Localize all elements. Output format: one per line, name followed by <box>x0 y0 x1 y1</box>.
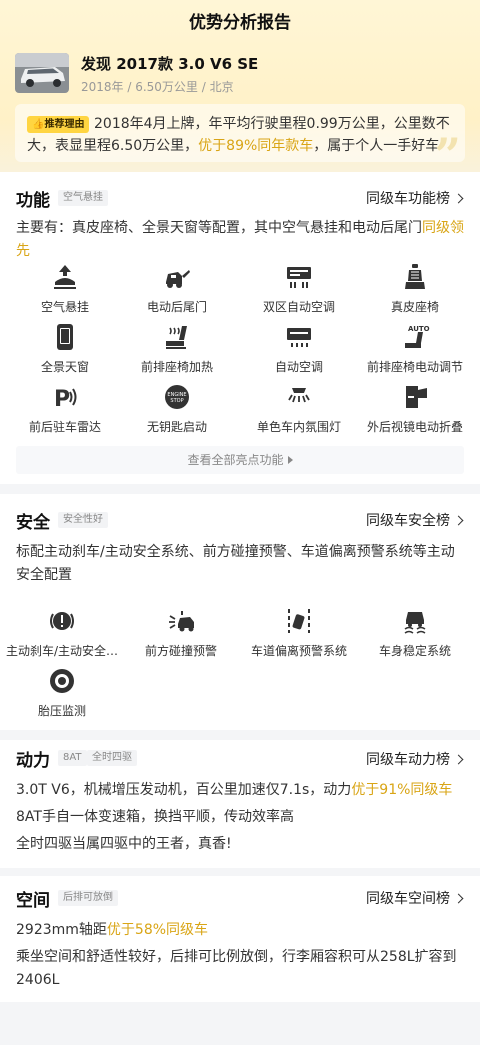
dual-zone-ac-icon <box>287 267 311 288</box>
power-title: 动力 <box>16 751 50 771</box>
thumbs-up-icon: 👍 <box>32 119 45 130</box>
power-rank-link[interactable]: 同级车动力榜 <box>366 749 464 769</box>
features-section: 功能 空气悬挂 同级车功能榜 主要有：真皮座椅、全景天窗等配置，其中空气悬挂和电… <box>0 172 480 484</box>
recommend-reason-text: 2018年4月上牌，年平均行驶里程0.99万公里，公里数不大，表显里程6.50万… <box>27 116 450 154</box>
power-tailgate-icon <box>166 270 190 288</box>
keyless-start-icon: ENGINE STOP <box>165 385 189 409</box>
car-meta: 2018年 / 6.50万公里 / 北京 <box>81 80 234 94</box>
svg-text:P: P <box>54 387 70 412</box>
feature-seat-heating[interactable]: 前排座椅加热 <box>117 322 237 375</box>
chevron-right-icon <box>453 193 464 204</box>
safety-lane-departure[interactable]: 车道偏离预警系统 <box>239 606 359 659</box>
svg-text:AUTO: AUTO <box>408 325 430 333</box>
seat-heating-icon <box>166 326 187 349</box>
parking-radar-icon: P <box>54 387 77 412</box>
svg-text:STOP: STOP <box>170 398 183 404</box>
page-title: 优势分析报告 <box>189 13 291 33</box>
chevron-right-icon <box>453 893 464 904</box>
mirror-fold-icon <box>406 386 427 408</box>
space-line-wheelbase: 2923mm轴距优于58%同级车 <box>16 922 209 938</box>
feature-ambient-light[interactable]: 单色车内氛围灯 <box>239 382 359 435</box>
power-tag-drive: 全时四驱 <box>87 750 137 766</box>
feature-dual-zone-ac[interactable]: 双区自动空调 <box>239 262 359 315</box>
feature-keyless-start[interactable]: ENGINE STOP 无钥匙启动 <box>117 382 237 435</box>
features-title: 功能 <box>16 191 50 211</box>
car-thumbnail <box>15 53 69 93</box>
panoramic-sunroof-icon <box>57 324 73 350</box>
features-desc: 主要有：真皮座椅、全景天窗等配置，其中空气悬挂和电动后尾门同级领先 <box>16 220 464 259</box>
safety-active-brake[interactable]: 主动刹车/主动安全… <box>2 606 122 659</box>
feature-auto-ac[interactable]: 自动空调 <box>239 322 359 375</box>
stability-control-icon <box>404 612 426 634</box>
safety-tag: 安全性好 <box>58 512 108 528</box>
space-title: 空间 <box>16 891 50 911</box>
feature-leather-seat[interactable]: 真皮座椅 <box>355 262 475 315</box>
tire-pressure-icon <box>50 669 74 693</box>
recommend-reason-card: 2018年4月上牌，年平均行驶里程0.99万公里，公里数不大，表显里程6.50万… <box>15 104 465 182</box>
chevron-right-icon <box>453 754 464 765</box>
space-tag: 后排可放倒 <box>58 890 118 906</box>
feature-power-seat[interactable]: AUTO 前排座椅电动调节 <box>355 322 475 375</box>
air-suspension-icon <box>54 265 76 289</box>
safety-stability-control[interactable]: 车身稳定系统 <box>355 606 475 659</box>
collision-warning-icon <box>169 611 194 632</box>
lane-departure-icon <box>288 609 310 633</box>
feature-mirror-fold[interactable]: 外后视镜电动折叠 <box>355 382 475 435</box>
space-line-comfort: 乘坐空间和舒适性较好，后排可比例放倒，行李厢容积可从258L扩容到2406L <box>16 949 457 988</box>
power-seat-icon: AUTO <box>405 325 430 348</box>
power-line-engine: 3.0T V6，机械增压发动机，百公里加速仅7.1s，动力优于91%同级车 <box>16 782 453 798</box>
safety-desc: 标配主动刹车/主动安全系统、前方碰撞预警、车道偏离预警系统等主动安全配置 <box>16 544 455 583</box>
auto-ac-icon <box>287 328 311 347</box>
feature-air-suspension[interactable]: 空气悬挂 <box>5 262 125 315</box>
safety-collision-warning[interactable]: 前方碰撞预警 <box>121 606 241 659</box>
feature-panoramic-sunroof[interactable]: 全景天窗 <box>5 322 125 375</box>
view-all-features-button[interactable]: 查看全部亮点功能 <box>16 446 464 474</box>
power-section: 动力 8AT 全时四驱 同级车动力榜 3.0T V6，机械增压发动机，百公里加速… <box>0 740 480 868</box>
chevron-right-icon <box>453 515 464 526</box>
triangle-right-icon <box>287 456 293 464</box>
power-line-drive: 全时四驱当属四驱中的王者，真香! <box>16 836 232 852</box>
space-rank-link[interactable]: 同级车空间榜 <box>366 888 464 908</box>
safety-section: 安全 安全性好 同级车安全榜 标配主动刹车/主动安全系统、前方碰撞预警、车道偏离… <box>0 494 480 730</box>
feature-parking-radar[interactable]: P 前后驻车雷达 <box>5 382 125 435</box>
leather-seat-icon <box>405 264 425 289</box>
features-tag: 空气悬挂 <box>58 190 108 206</box>
car-title: 发现 2017款 3.0 V6 SE <box>81 55 259 73</box>
power-tag-transmission: 8AT <box>58 750 87 766</box>
safety-tire-pressure[interactable]: 胎压监测 <box>2 666 122 719</box>
ambient-light-icon <box>288 388 310 403</box>
safety-title: 安全 <box>16 513 50 533</box>
features-rank-link[interactable]: 同级车功能榜 <box>366 188 464 208</box>
active-brake-icon <box>50 612 74 630</box>
safety-rank-link[interactable]: 同级车安全榜 <box>366 510 464 530</box>
recommend-reason-tag: 👍推荐理由 <box>27 116 90 133</box>
feature-power-tailgate[interactable]: 电动后尾门 <box>117 262 237 315</box>
space-section: 空间 后排可放倒 同级车空间榜 2923mm轴距优于58%同级车 乘坐空间和舒适… <box>0 876 480 1002</box>
power-line-transmission: 8AT手自一体变速箱，换挡平顺，传动效率高 <box>16 809 294 825</box>
